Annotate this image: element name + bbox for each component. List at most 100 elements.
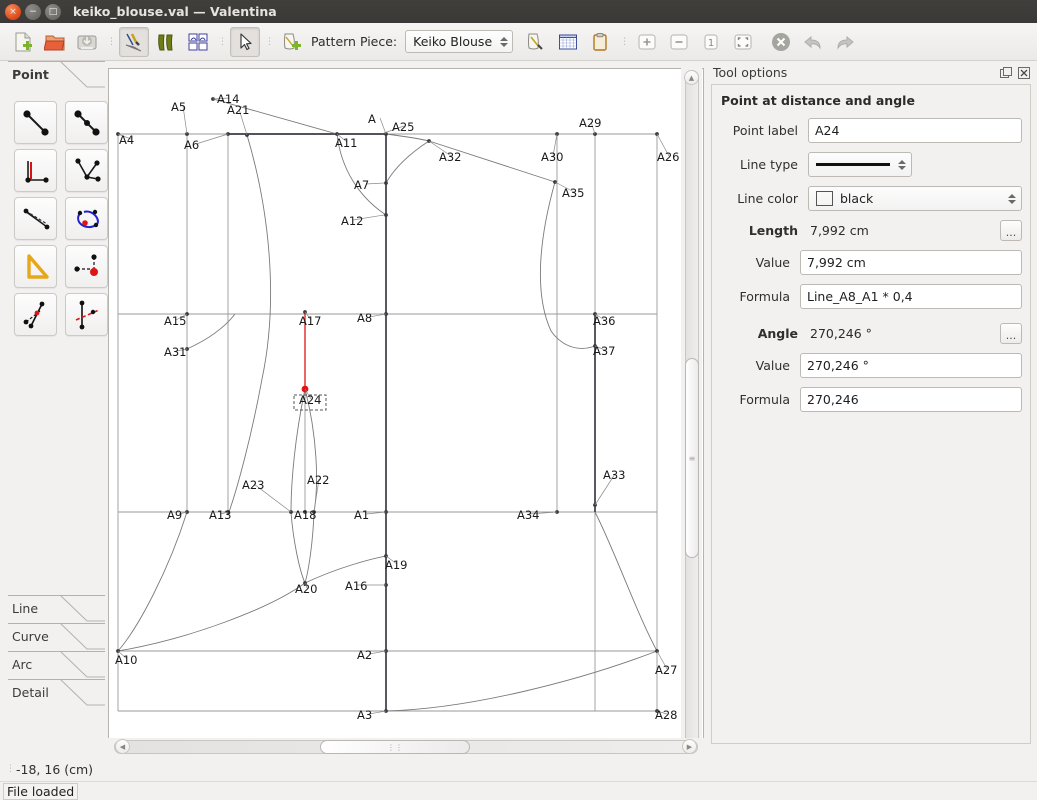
point-label-A33[interactable]: A33 (603, 468, 626, 482)
canvas-horizontal-scrollbar[interactable]: ◀ ⋮⋮ ▶ (108, 738, 704, 756)
pointer-tool-button[interactable] (230, 27, 260, 57)
hscroll-thumb[interactable]: ⋮⋮ (320, 740, 470, 754)
canvas-vertical-scrollbar[interactable]: ▲ ≡ ▼ (681, 68, 702, 755)
tab-curve[interactable]: Curve (0, 623, 105, 651)
point-label-A21[interactable]: A21 (227, 103, 250, 117)
main-toolbar: Pattern Piece: Keiko Blouse (0, 23, 1037, 61)
tab-arc[interactable]: Arc (0, 651, 105, 679)
length-value-input[interactable]: 7,992 cm (800, 250, 1022, 275)
point-label-A4[interactable]: A4 (119, 133, 134, 147)
scroll-up-arrow[interactable]: ▲ (684, 70, 699, 85)
detail-mode-button[interactable] (151, 27, 181, 57)
tool-point-along-perpendicular[interactable] (14, 149, 57, 192)
spin-arrows-icon[interactable] (500, 37, 508, 47)
angle-formula-dialog-button[interactable]: ... (1000, 323, 1022, 344)
point-label-A7[interactable]: A7 (354, 178, 369, 192)
line-color-select[interactable]: black (808, 186, 1022, 211)
stop-tool-button[interactable] (766, 27, 796, 57)
point-label-A19[interactable]: A19 (385, 558, 408, 572)
zoom-original-button[interactable]: 1 (696, 27, 726, 57)
point-label-A5[interactable]: A5 (171, 100, 186, 114)
point-label-A32[interactable]: A32 (439, 150, 462, 164)
length-formula-input[interactable]: Line_A8_A1 * 0,4 (800, 284, 1022, 309)
tab-slant-decoration (60, 595, 105, 622)
tool-point-on-curve[interactable] (65, 197, 108, 240)
pattern-canvas[interactable]: A4A5A14A21A6AA11A25A32A30A29A26A7A35A12A… (108, 68, 704, 755)
point-label-A1[interactable]: A1 (354, 508, 369, 522)
point-label-A30[interactable]: A30 (541, 150, 564, 164)
tool-point-along-line[interactable] (65, 101, 108, 144)
tool-point-intersect-line-axis[interactable] (14, 293, 57, 336)
window-minimize-button[interactable]: − (25, 4, 41, 20)
point-label-A8[interactable]: A8 (357, 311, 372, 325)
angle-formula-input[interactable]: 270,246 (800, 387, 1022, 412)
draw-mode-button[interactable] (119, 27, 149, 57)
point-label-A24[interactable]: A24 (299, 393, 322, 407)
new-file-button[interactable] (8, 27, 38, 57)
tool-point-of-contact[interactable] (65, 149, 108, 192)
redo-button[interactable] (830, 27, 860, 57)
point-label-A31[interactable]: A31 (164, 345, 187, 359)
tab-point[interactable]: Point (0, 61, 105, 89)
scroll-right-arrow[interactable]: ▶ (682, 739, 697, 754)
angle-value-input[interactable]: 270,246 ° (800, 353, 1022, 378)
point-label-A26[interactable]: A26 (657, 150, 680, 164)
point-label-A23[interactable]: A23 (242, 478, 265, 492)
table-grid-button[interactable] (553, 27, 583, 57)
point-label-A35[interactable]: A35 (562, 186, 585, 200)
point-label-A[interactable]: A (368, 112, 376, 126)
zoom-fit-best-button[interactable] (728, 27, 758, 57)
vscroll-thumb[interactable]: ≡ (685, 358, 699, 558)
zoom-out-button[interactable] (664, 27, 694, 57)
history-button[interactable] (585, 27, 615, 57)
length-formula-dialog-button[interactable]: ... (1000, 220, 1022, 241)
tool-point-intersect-curve-axis[interactable] (65, 293, 108, 336)
open-file-button[interactable] (40, 27, 70, 57)
point-label-A9[interactable]: A9 (167, 508, 182, 522)
table-of-variables-button[interactable] (521, 27, 551, 57)
point-label-A25[interactable]: A25 (392, 120, 415, 134)
point-label-A6[interactable]: A6 (184, 138, 199, 152)
point-label-A16[interactable]: A16 (345, 579, 368, 593)
point-label-A10[interactable]: A10 (115, 653, 138, 667)
point-label-A15[interactable]: A15 (164, 314, 187, 328)
close-panel-icon[interactable] (1017, 66, 1031, 80)
zoom-out-icon (668, 31, 690, 53)
tool-point-of-intersection[interactable] (14, 197, 57, 240)
point-label-A20[interactable]: A20 (295, 582, 318, 596)
point-label-A17[interactable]: A17 (299, 314, 322, 328)
spin-arrows-icon[interactable] (898, 160, 906, 170)
tab-detail[interactable]: Detail (0, 679, 105, 707)
zoom-in-button[interactable] (632, 27, 662, 57)
spin-arrows-icon[interactable] (1008, 194, 1016, 204)
scroll-left-arrow[interactable]: ◀ (115, 739, 130, 754)
window-maximize-button[interactable]: □ (45, 4, 61, 20)
point-label-A2[interactable]: A2 (357, 648, 372, 662)
point-label-A22[interactable]: A22 (307, 473, 330, 487)
window-close-button[interactable]: × (5, 4, 21, 20)
point-label-A27[interactable]: A27 (655, 663, 678, 677)
point-label-A12[interactable]: A12 (341, 214, 364, 228)
line-type-select[interactable] (808, 152, 912, 177)
save-file-button[interactable] (72, 27, 102, 57)
point-label-A29[interactable]: A29 (579, 116, 602, 130)
point-label-A3[interactable]: A3 (357, 708, 372, 722)
layout-mode-button[interactable] (183, 27, 213, 57)
point-label-A37[interactable]: A37 (593, 344, 616, 358)
point-label-A28[interactable]: A28 (655, 708, 678, 722)
new-pattern-piece-button[interactable] (277, 27, 307, 57)
tool-point-at-distance-and-angle[interactable] (14, 101, 57, 144)
undock-icon (1000, 67, 1012, 79)
point-label-A11[interactable]: A11 (335, 136, 358, 150)
pattern-piece-selector[interactable]: Keiko Blouse (405, 30, 513, 53)
point-label-A13[interactable]: A13 (209, 508, 232, 522)
float-panel-icon[interactable] (999, 66, 1013, 80)
undo-button[interactable] (798, 27, 828, 57)
tool-point-intersect-axis[interactable] (65, 245, 108, 288)
tool-special-point-on-shoulder[interactable] (14, 245, 57, 288)
point-label-A36[interactable]: A36 (593, 314, 616, 328)
point-label-A34[interactable]: A34 (517, 508, 540, 522)
point-label-input[interactable]: A24 (808, 118, 1022, 143)
tab-line[interactable]: Line (0, 595, 105, 623)
point-label-A18[interactable]: A18 (294, 508, 317, 522)
